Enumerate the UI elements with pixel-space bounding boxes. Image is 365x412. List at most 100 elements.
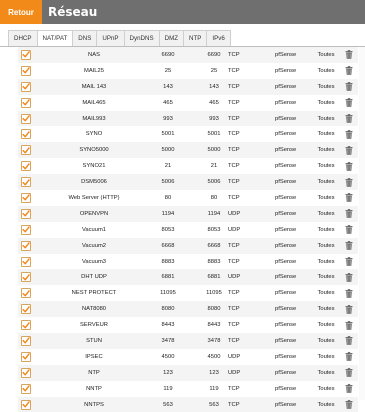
- rule-enabled-checkbox[interactable]: [21, 65, 31, 76]
- table-row: Vacuum3 8883 8883 TCP pfSense Toutes: [18, 253, 358, 270]
- check-icon: [22, 369, 30, 376]
- trash-icon[interactable]: [345, 193, 353, 203]
- check-icon: [22, 401, 30, 408]
- rule-enabled-checkbox[interactable]: [21, 288, 31, 299]
- external-port: 11095: [160, 290, 176, 297]
- tab-dyndns[interactable]: DynDNS: [123, 30, 160, 47]
- external-port: 5006: [161, 179, 175, 186]
- rule-enabled-checkbox[interactable]: [21, 97, 31, 108]
- external-port: 123: [163, 369, 173, 376]
- trash-icon[interactable]: [345, 114, 353, 123]
- rule-enabled-checkbox[interactable]: [21, 367, 31, 378]
- rule-enabled-checkbox[interactable]: [21, 113, 31, 124]
- rule-enabled-checkbox[interactable]: [21, 335, 31, 346]
- trash-icon[interactable]: [345, 98, 353, 107]
- tab-upnp[interactable]: UPnP: [96, 30, 125, 47]
- rule-enabled-checkbox[interactable]: [21, 304, 31, 315]
- rule-name: Web Server (HTTP): [68, 194, 120, 201]
- protocol: TCP: [228, 115, 240, 122]
- trash-icon[interactable]: [345, 320, 353, 330]
- internal-port: 3478: [207, 337, 221, 344]
- tab-ipv6[interactable]: IPv6: [206, 30, 231, 47]
- interface: Toutes: [317, 67, 335, 74]
- rule-enabled-checkbox[interactable]: [21, 240, 31, 251]
- table-row: MAIL25 25 25 TCP pfSense Toutes: [18, 62, 358, 79]
- table-row: Vacuum2 6668 6668 TCP pfSense Toutes: [18, 237, 358, 254]
- protocol: TCP: [228, 242, 240, 249]
- trash-icon[interactable]: [345, 145, 353, 155]
- rule-enabled-checkbox[interactable]: [21, 383, 31, 394]
- trash-icon[interactable]: [345, 82, 353, 92]
- check-icon: [22, 305, 30, 313]
- trash-icon[interactable]: [345, 336, 353, 346]
- rule-name: STUN: [86, 337, 102, 344]
- protocol: TCP: [228, 99, 240, 106]
- trash-icon[interactable]: [345, 384, 353, 393]
- interface: Toutes: [317, 163, 335, 170]
- rule-enabled-checkbox[interactable]: [21, 351, 31, 362]
- rule-name: Vacuum3: [81, 258, 107, 265]
- tab-dhcp[interactable]: DHCP: [8, 30, 38, 47]
- internal-port: 8883: [207, 258, 221, 265]
- interface: Toutes: [317, 147, 335, 154]
- rule-enabled-checkbox[interactable]: [21, 224, 31, 235]
- trash-icon[interactable]: [345, 209, 353, 219]
- rule-enabled-checkbox[interactable]: [21, 399, 31, 410]
- table-row: NNTPS 563 563 TCP pfSense Toutes: [18, 396, 358, 412]
- protocol: TCP: [228, 322, 240, 329]
- trash-icon[interactable]: [345, 177, 353, 187]
- rule-enabled-checkbox[interactable]: [21, 145, 31, 156]
- rule-enabled-checkbox[interactable]: [21, 81, 31, 92]
- rule-enabled-checkbox[interactable]: [21, 256, 31, 267]
- rule-enabled-checkbox[interactable]: [21, 192, 31, 203]
- back-button[interactable]: Retour: [0, 0, 42, 24]
- rule-enabled-checkbox[interactable]: [21, 208, 31, 219]
- rule-name: Vacuum1: [81, 226, 107, 233]
- trash-icon[interactable]: [345, 130, 353, 139]
- protocol: TCP: [228, 51, 240, 58]
- interface: Toutes: [317, 401, 335, 408]
- trash-icon[interactable]: [345, 400, 353, 409]
- scrollbar[interactable]: [359, 47, 365, 400]
- tab-dns[interactable]: DNS: [72, 30, 98, 47]
- check-icon: [22, 131, 30, 138]
- rule-name: NNTP: [86, 385, 102, 392]
- internal-port: 8080: [207, 306, 221, 313]
- check-icon: [22, 99, 30, 106]
- protocol: TCP: [228, 83, 240, 90]
- check-icon: [22, 194, 30, 201]
- check-icon: [22, 67, 30, 74]
- interface: Toutes: [317, 385, 335, 392]
- check-icon: [22, 162, 30, 170]
- tab-ntp[interactable]: NTP: [183, 30, 208, 47]
- trash-icon[interactable]: [345, 161, 353, 171]
- trash-icon[interactable]: [345, 66, 353, 76]
- rule-enabled-checkbox[interactable]: [21, 272, 31, 283]
- internal-port: 143: [209, 83, 219, 90]
- rule-enabled-checkbox[interactable]: [21, 177, 31, 188]
- top-bar: Retour Réseau: [0, 0, 365, 24]
- internal-port: 4500: [207, 353, 221, 360]
- trash-icon[interactable]: [345, 225, 353, 235]
- trash-icon[interactable]: [345, 241, 353, 250]
- protocol: TCP: [228, 147, 240, 154]
- trash-icon[interactable]: [345, 257, 353, 266]
- tab-dmz[interactable]: DMZ: [158, 30, 185, 47]
- external-port: 6668: [161, 242, 175, 249]
- internal-port: 465: [209, 99, 219, 106]
- rule-enabled-checkbox[interactable]: [21, 49, 31, 60]
- rule-enabled-checkbox[interactable]: [21, 320, 31, 331]
- rule-enabled-checkbox[interactable]: [21, 161, 31, 172]
- rule-enabled-checkbox[interactable]: [21, 129, 31, 140]
- trash-icon[interactable]: [345, 368, 353, 378]
- internal-port: 6881: [207, 274, 221, 281]
- rule-name: Vacuum2: [81, 242, 107, 249]
- trash-icon[interactable]: [345, 288, 353, 298]
- internal-port: 8443: [207, 322, 221, 329]
- interface: Toutes: [317, 337, 335, 344]
- tab-nat-pat[interactable]: NAT/PAT: [36, 30, 74, 47]
- trash-icon[interactable]: [345, 273, 353, 282]
- trash-icon[interactable]: [345, 304, 353, 314]
- trash-icon[interactable]: [345, 50, 353, 60]
- trash-icon[interactable]: [345, 352, 353, 362]
